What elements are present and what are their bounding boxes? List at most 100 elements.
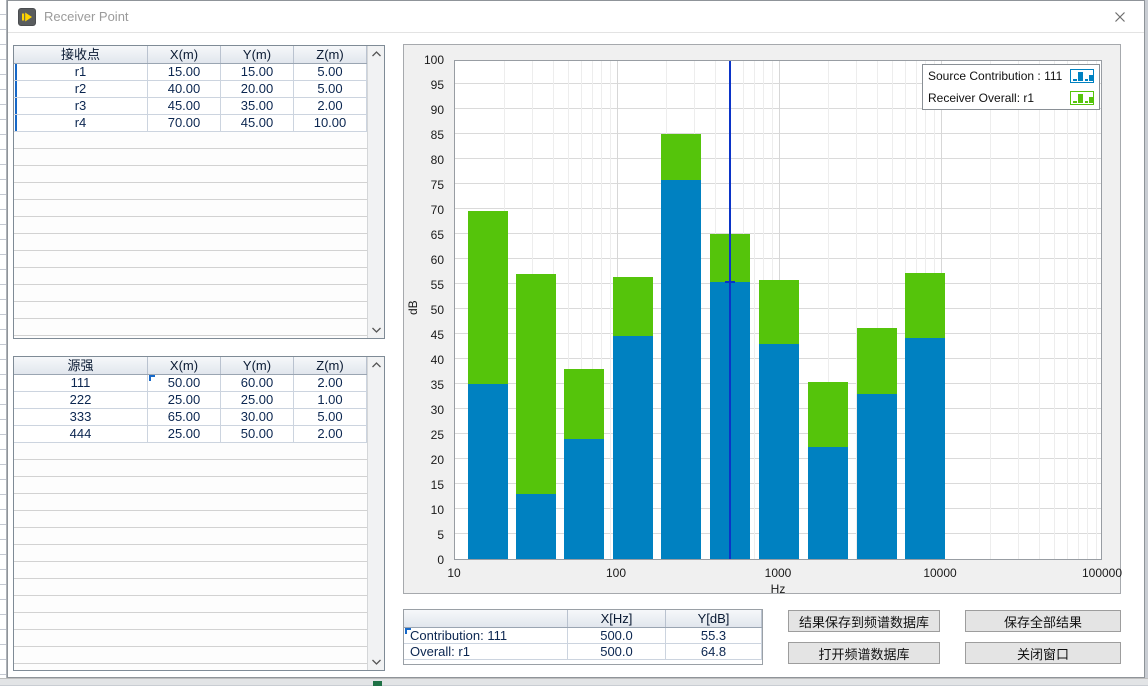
- table-cell[interactable]: 50.00: [221, 426, 294, 443]
- table-cell[interactable]: 5.00: [294, 409, 367, 426]
- empty-table-row[interactable]: [14, 217, 367, 234]
- receiver-table-scrollbar[interactable]: [367, 46, 384, 338]
- empty-table-row[interactable]: [14, 511, 367, 528]
- table-cell[interactable]: 15.00: [148, 64, 221, 81]
- table-cell[interactable]: 64.8: [666, 644, 762, 660]
- table-cell[interactable]: 2.00: [294, 426, 367, 443]
- column-header[interactable]: X[Hz]: [568, 610, 666, 627]
- table-cell[interactable]: 500.0: [568, 644, 666, 660]
- column-header[interactable]: Z(m): [294, 357, 367, 374]
- save-results-to-spectrum-database-button[interactable]: 结果保存到频谱数据库: [788, 610, 940, 632]
- cursor-line[interactable]: [729, 61, 731, 559]
- chevron-up-icon: [372, 362, 381, 368]
- close-button[interactable]: [1102, 3, 1138, 31]
- table-cell[interactable]: 25.00: [148, 426, 221, 443]
- contribution-bar: [905, 338, 945, 559]
- close-window-button[interactable]: 关闭窗口: [965, 642, 1121, 664]
- table-cell[interactable]: r3: [14, 98, 148, 115]
- receiver-point-window: Receiver Point 接收点X(m)Y(m)Z(m)r115.0015.…: [7, 0, 1145, 678]
- empty-table-row[interactable]: [14, 285, 367, 302]
- empty-table-row[interactable]: [14, 200, 367, 217]
- contribution-bar: [468, 384, 508, 559]
- table-cell[interactable]: 45.00: [148, 98, 221, 115]
- open-spectrum-database-button[interactable]: 打开频谱数据库: [788, 642, 940, 664]
- table-cell[interactable]: 70.00: [148, 115, 221, 132]
- table-cell[interactable]: 2.00: [294, 375, 367, 392]
- table-cell[interactable]: 500.0: [568, 628, 666, 644]
- table-cell[interactable]: r4: [14, 115, 148, 132]
- gridline: [990, 61, 991, 559]
- table-cell[interactable]: 50.00: [148, 375, 221, 392]
- background-green-icon: [373, 681, 382, 686]
- empty-table-row[interactable]: [14, 336, 367, 338]
- table-cell[interactable]: 10.00: [294, 115, 367, 132]
- empty-table-row[interactable]: [14, 528, 367, 545]
- gridline: [1096, 61, 1097, 559]
- table-cell[interactable]: 111: [14, 375, 148, 392]
- table-cell[interactable]: 20.00: [221, 81, 294, 98]
- table-cell[interactable]: 15.00: [221, 64, 294, 81]
- empty-table-row[interactable]: [14, 630, 367, 647]
- empty-table-row[interactable]: [14, 234, 367, 251]
- column-header[interactable]: Y[dB]: [666, 610, 762, 627]
- table-cell[interactable]: 25.00: [148, 392, 221, 409]
- column-header[interactable]: Z(m): [294, 46, 367, 63]
- legend-item-overall[interactable]: Receiver Overall: r1: [923, 87, 1099, 109]
- table-cell[interactable]: 35.00: [221, 98, 294, 115]
- x-tick-label: 100: [576, 566, 656, 580]
- table-cell[interactable]: 222: [14, 392, 148, 409]
- table-cell[interactable]: 2.00: [294, 98, 367, 115]
- source-table-scrollbar[interactable]: [367, 357, 384, 670]
- column-header[interactable]: 源强: [14, 357, 148, 374]
- table-cell[interactable]: 30.00: [221, 409, 294, 426]
- empty-table-row[interactable]: [14, 183, 367, 200]
- column-header[interactable]: [404, 610, 568, 627]
- column-header[interactable]: X(m): [148, 46, 221, 63]
- table-cell[interactable]: 25.00: [221, 392, 294, 409]
- scroll-up-button[interactable]: [368, 46, 384, 62]
- empty-table-row[interactable]: [14, 613, 367, 630]
- empty-table-row[interactable]: [14, 302, 367, 319]
- empty-table-row[interactable]: [14, 477, 367, 494]
- table-cell[interactable]: r1: [14, 64, 148, 81]
- empty-table-row[interactable]: [14, 562, 367, 579]
- empty-table-row[interactable]: [14, 647, 367, 664]
- table-cell[interactable]: 444: [14, 426, 148, 443]
- table-cell[interactable]: 5.00: [294, 64, 367, 81]
- empty-table-row[interactable]: [14, 166, 367, 183]
- y-tick-label: 40: [404, 353, 444, 367]
- scroll-up-button[interactable]: [368, 357, 384, 373]
- empty-table-row[interactable]: [14, 579, 367, 596]
- legend-item-contribution[interactable]: Source Contribution : 111: [923, 65, 1099, 87]
- table-cell[interactable]: r2: [14, 81, 148, 98]
- column-header[interactable]: 接收点: [14, 46, 148, 63]
- empty-table-row[interactable]: [14, 545, 367, 562]
- empty-table-row[interactable]: [14, 460, 367, 477]
- table-cell[interactable]: Contribution: 111: [404, 628, 568, 644]
- empty-table-row[interactable]: [14, 319, 367, 336]
- column-header[interactable]: X(m): [148, 357, 221, 374]
- empty-table-row[interactable]: [14, 268, 367, 285]
- empty-table-row[interactable]: [14, 251, 367, 268]
- table-cell[interactable]: 60.00: [221, 375, 294, 392]
- empty-table-row[interactable]: [14, 132, 367, 149]
- empty-table-row[interactable]: [14, 494, 367, 511]
- table-cell[interactable]: 1.00: [294, 392, 367, 409]
- empty-table-row[interactable]: [14, 664, 367, 670]
- empty-table-row[interactable]: [14, 596, 367, 613]
- save-all-results-button[interactable]: 保存全部结果: [965, 610, 1121, 632]
- table-cell[interactable]: 55.3: [666, 628, 762, 644]
- scroll-down-button[interactable]: [368, 654, 384, 670]
- table-cell[interactable]: 45.00: [221, 115, 294, 132]
- table-cell[interactable]: Overall: r1: [404, 644, 568, 660]
- plot-area[interactable]: [454, 60, 1102, 560]
- empty-table-row[interactable]: [14, 149, 367, 166]
- column-header[interactable]: Y(m): [221, 46, 294, 63]
- column-header[interactable]: Y(m): [221, 357, 294, 374]
- scroll-down-button[interactable]: [368, 322, 384, 338]
- empty-table-row[interactable]: [14, 443, 367, 460]
- table-cell[interactable]: 65.00: [148, 409, 221, 426]
- table-cell[interactable]: 40.00: [148, 81, 221, 98]
- table-cell[interactable]: 5.00: [294, 81, 367, 98]
- table-cell[interactable]: 333: [14, 409, 148, 426]
